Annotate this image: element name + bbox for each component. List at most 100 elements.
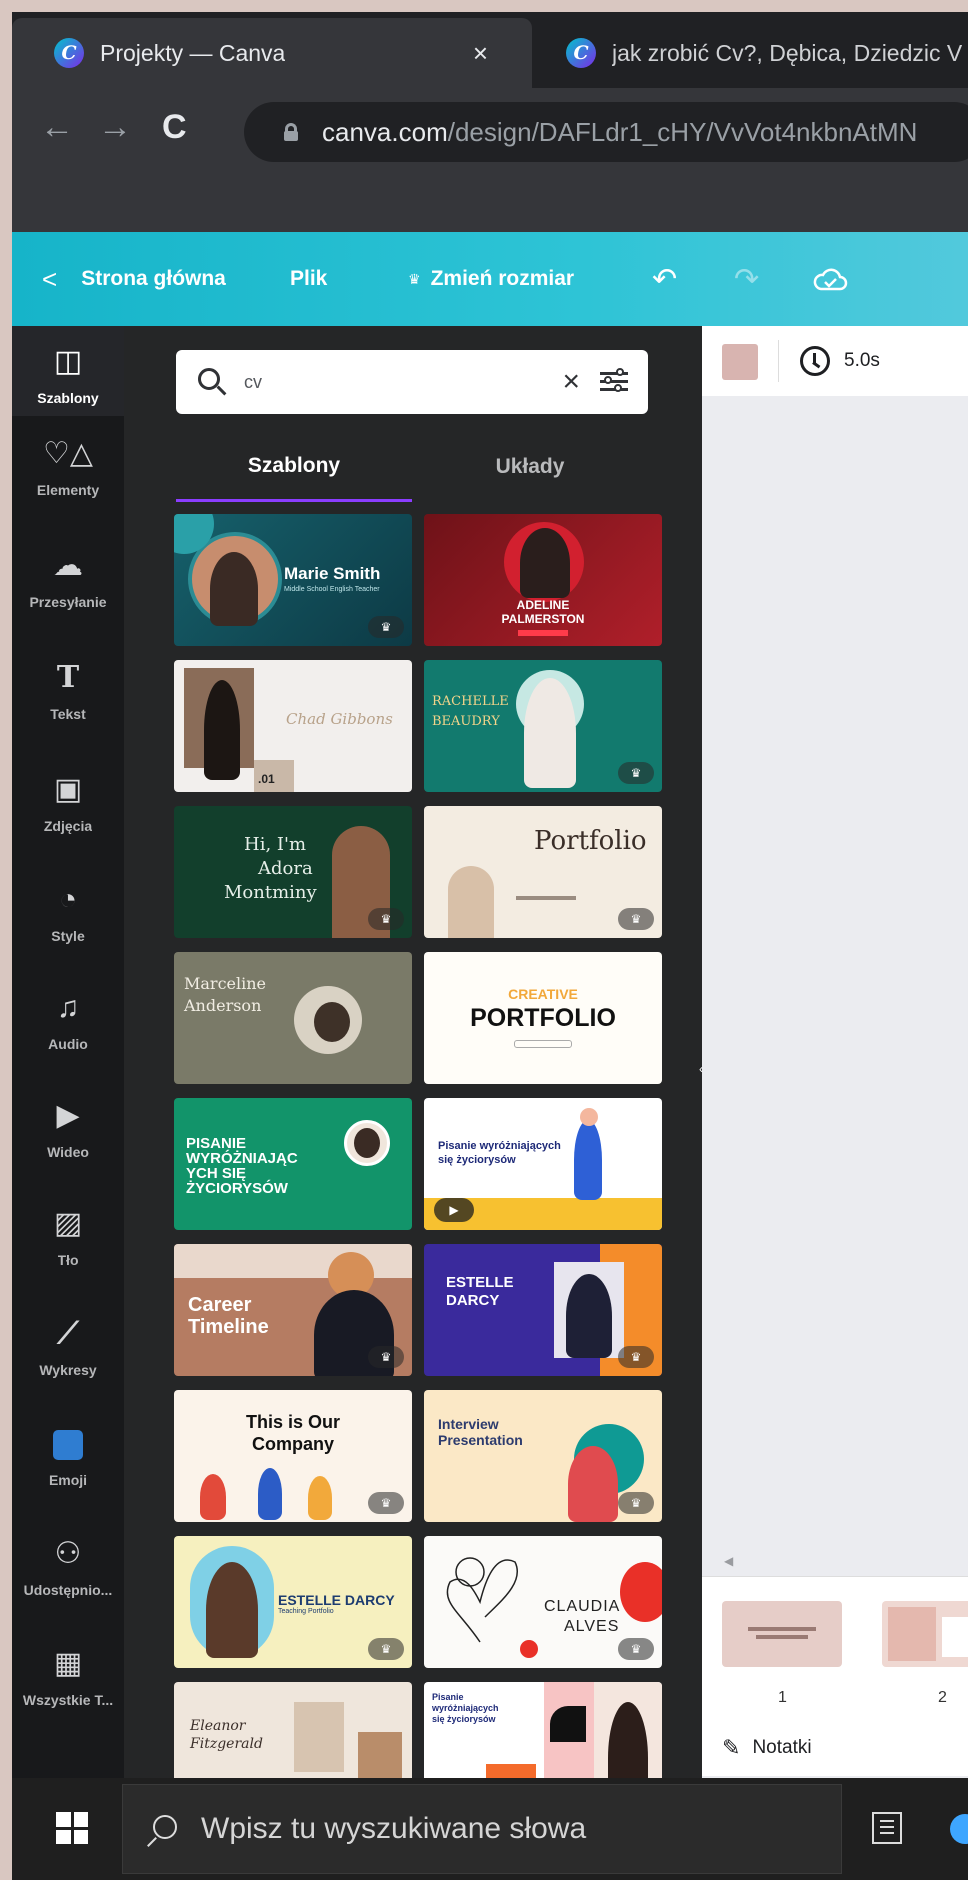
template-estelle-darcy-purple[interactable]: ESTELLE DARCY ♛ bbox=[424, 1244, 662, 1376]
rail-item-emoji[interactable]: Emoji bbox=[12, 1426, 124, 1488]
rail-item-photos[interactable]: ▣ Zdjęcia bbox=[12, 772, 124, 834]
scroll-left-icon[interactable]: ◀ bbox=[724, 1554, 733, 1568]
editor-toolbar: 5.0s bbox=[702, 326, 968, 396]
template-adeline-palmerston[interactable]: ADELINE PALMERSTON bbox=[424, 514, 662, 646]
editor-canvas-area: 5.0s ◀ 1 2 ✎ Notatki bbox=[702, 326, 968, 1778]
template-estelle-darcy-yellow[interactable]: ESTELLE DARCY Teaching Portfolio ♛ bbox=[174, 1536, 412, 1668]
undo-icon[interactable]: ↶ bbox=[652, 262, 677, 297]
page-duration[interactable]: 5.0s bbox=[844, 350, 880, 372]
tab-title: jak zrobić Cv?, Dębica, Dziedzic V bbox=[612, 39, 963, 66]
home-button[interactable]: < Strona główna bbox=[42, 264, 226, 295]
apps-icon: ▦ bbox=[53, 1647, 83, 1680]
rail-item-all-apps[interactable]: ▦ Wszystkie T... bbox=[12, 1646, 124, 1708]
clock-icon[interactable] bbox=[800, 346, 830, 376]
task-view-icon[interactable] bbox=[872, 1812, 902, 1844]
search-icon bbox=[153, 1815, 177, 1839]
back-arrow-icon[interactable]: ← bbox=[40, 108, 74, 147]
flower-illustration bbox=[446, 1557, 518, 1643]
browser-tab-bar: C Projekty — Canva × C jak zrobić Cv?, D… bbox=[12, 12, 968, 88]
cloud-saved-icon[interactable] bbox=[812, 265, 848, 293]
template-career-timeline[interactable]: Career Timeline ♛ bbox=[174, 1244, 412, 1376]
browser-taskbar-icon[interactable] bbox=[950, 1814, 968, 1844]
template-claudia-alves[interactable]: CLAUDIA ALVES ♛ bbox=[424, 1536, 662, 1668]
redo-icon[interactable]: ↷ bbox=[734, 262, 759, 297]
audio-icon: ♫ bbox=[56, 991, 80, 1024]
template-search-input[interactable]: cv × bbox=[176, 350, 648, 414]
rail-item-video[interactable]: ▶ Wideo bbox=[12, 1098, 124, 1160]
crown-icon: ♛ bbox=[368, 1638, 404, 1660]
browser-tab-projekty[interactable]: C Projekty — Canva × bbox=[12, 18, 532, 88]
template-chad-gibbons[interactable]: .01 Chad Gibbons bbox=[174, 660, 412, 792]
rail-item-templates[interactable]: ◫ Szablony bbox=[12, 326, 124, 416]
template-portfolio[interactable]: Portfolio ♛ bbox=[424, 806, 662, 938]
browser-address-bar: ← → C canva.com/design/DAFLdr1_cHY/VvVot… bbox=[12, 88, 968, 176]
notes-icon: ✎ bbox=[722, 1735, 741, 1760]
file-menu-button[interactable]: Plik bbox=[290, 267, 327, 291]
charts-icon: ⟋ bbox=[57, 1317, 79, 1350]
templates-panel: cv × Szablony Układy Marie Smith Middle … bbox=[124, 326, 702, 1814]
toolbar-divider bbox=[778, 340, 779, 382]
tab-templates[interactable]: Szablony bbox=[176, 432, 412, 502]
windows-taskbar: Wpisz tu wyszukiwane słowa bbox=[12, 1778, 968, 1880]
url-host: canva.com bbox=[322, 116, 448, 147]
page-thumbnail-2[interactable] bbox=[882, 1601, 968, 1667]
windows-start-icon[interactable] bbox=[56, 1812, 88, 1844]
template-marceline-anderson[interactable]: Marceline Anderson bbox=[174, 952, 412, 1084]
background-color-swatch[interactable] bbox=[722, 344, 758, 380]
crown-icon: ♛ bbox=[618, 1492, 654, 1514]
tab-layouts[interactable]: Układy bbox=[412, 432, 648, 502]
template-interview[interactable]: Interview Presentation ♛ bbox=[424, 1390, 662, 1522]
upload-icon: ☁ bbox=[53, 549, 83, 582]
browser-tab-cv[interactable]: C jak zrobić Cv?, Dębica, Dziedzic V bbox=[552, 18, 968, 88]
clear-search-icon[interactable]: × bbox=[562, 365, 580, 399]
crown-icon: ♛ bbox=[618, 1638, 654, 1660]
template-rachelle-beaudry[interactable]: RACHELLE BEAUDRY ♛ bbox=[424, 660, 662, 792]
page-number-2: 2 bbox=[938, 1689, 947, 1706]
notes-label: Notatki bbox=[752, 1737, 812, 1758]
photos-icon: ▣ bbox=[53, 773, 83, 806]
tab-title: Projekty — Canva bbox=[100, 39, 286, 66]
filter-icon[interactable] bbox=[600, 368, 628, 394]
rail-item-styles[interactable]: ◔ Style bbox=[12, 882, 124, 944]
taskbar-search-input[interactable]: Wpisz tu wyszukiwane słowa bbox=[122, 1784, 842, 1874]
template-creative-portfolio[interactable]: CREATIVE PORTFOLIO bbox=[424, 952, 662, 1084]
crown-icon: ♛ bbox=[368, 908, 404, 930]
shared-icon: ⚇ bbox=[54, 1537, 82, 1570]
crown-icon: ♛ bbox=[618, 908, 654, 930]
resize-button[interactable]: ♛ Zmień rozmiar bbox=[408, 267, 574, 291]
rail-item-shared[interactable]: ⚇ Udostępnio... bbox=[12, 1536, 124, 1598]
video-icon: ▶ bbox=[56, 1099, 80, 1132]
resize-label: Zmień rozmiar bbox=[430, 267, 575, 290]
template-marie-smith[interactable]: Marie Smith Middle School English Teache… bbox=[174, 514, 412, 646]
url-field[interactable]: canva.com/design/DAFLdr1_cHY/VvVot4nkbnA… bbox=[244, 102, 968, 162]
rail-item-background[interactable]: ▨ Tło bbox=[12, 1206, 124, 1268]
rail-item-uploads[interactable]: ☁ Przesyłanie bbox=[12, 548, 124, 610]
search-icon bbox=[198, 368, 220, 390]
notes-button[interactable]: ✎ Notatki bbox=[722, 1735, 812, 1761]
template-our-company[interactable]: This is Our Company ♛ bbox=[174, 1390, 412, 1522]
template-adora-montminy[interactable]: Hi, I'm Adora Montminy ♛ bbox=[174, 806, 412, 938]
panel-tabs: Szablony Układy bbox=[176, 432, 648, 502]
template-pisanie-yellow[interactable]: Pisanie wyróżniających się życiorysów ▶ bbox=[424, 1098, 662, 1230]
play-icon: ▶ bbox=[434, 1198, 474, 1222]
canva-toolbar: < Strona główna Plik ♛ Zmień rozmiar ↶ ↷ bbox=[12, 232, 968, 326]
rail-item-text[interactable]: T Tekst bbox=[12, 660, 124, 722]
canva-favicon-icon: C bbox=[566, 38, 596, 68]
screen: C Projekty — Canva × C jak zrobić Cv?, D… bbox=[12, 12, 968, 1880]
crown-icon: ♛ bbox=[368, 616, 404, 638]
page-number-1: 1 bbox=[778, 1689, 787, 1706]
bookmarks-bar bbox=[12, 176, 968, 232]
tab-close-icon[interactable]: × bbox=[473, 38, 488, 69]
forward-arrow-icon[interactable]: → bbox=[98, 108, 132, 147]
page-thumbnail-1[interactable] bbox=[722, 1601, 842, 1667]
url-path: /design/DAFLdr1_cHY/VvVot4nkbnAtMN bbox=[447, 116, 918, 147]
crown-icon: ♛ bbox=[618, 1346, 654, 1368]
template-pisanie-green[interactable]: PISANIE WYRÓŻNIAJĄC YCH SIĘ ŻYCIORYSÓW bbox=[174, 1098, 412, 1230]
reload-icon[interactable]: C bbox=[162, 108, 187, 147]
canva-favicon-icon: C bbox=[54, 38, 84, 68]
rail-item-audio[interactable]: ♫ Audio bbox=[12, 990, 124, 1052]
rail-item-charts[interactable]: ⟋ Wykresy bbox=[12, 1316, 124, 1378]
rail-item-elements[interactable]: ♡△ Elementy bbox=[12, 436, 124, 498]
styles-icon: ◔ bbox=[58, 883, 78, 916]
template-icon: ◫ bbox=[53, 345, 83, 378]
